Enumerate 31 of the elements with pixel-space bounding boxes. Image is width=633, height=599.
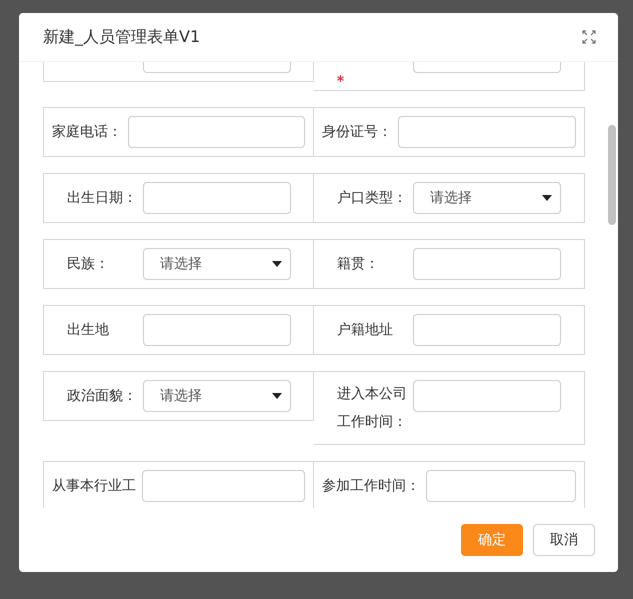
input-field[interactable] bbox=[413, 314, 561, 346]
fullscreen-icon[interactable] bbox=[582, 30, 596, 44]
field-label: 政治面貌： bbox=[67, 388, 137, 404]
dropdown-field[interactable]: 请选择 bbox=[143, 380, 291, 412]
input-field[interactable] bbox=[413, 380, 561, 412]
caret-icon bbox=[272, 261, 282, 267]
field-label: 参加工作时间： bbox=[322, 478, 420, 494]
input-field[interactable] bbox=[398, 116, 576, 148]
input-field[interactable] bbox=[143, 314, 291, 346]
dropdown-field[interactable]: 请选择 bbox=[143, 248, 291, 280]
field-label: 身份证号： bbox=[322, 124, 392, 140]
field-label: 籍贯： bbox=[337, 256, 379, 272]
field-label: 出生地 bbox=[67, 322, 109, 338]
field-label: 户籍地址 bbox=[337, 322, 393, 338]
dropdown-field[interactable]: 请选择 bbox=[413, 182, 561, 214]
cancel-button[interactable]: 取消 bbox=[533, 524, 595, 556]
field-label: 民族： bbox=[67, 256, 109, 272]
scrollbar-thumb[interactable] bbox=[608, 125, 616, 225]
input-field[interactable] bbox=[142, 470, 305, 502]
input-field[interactable] bbox=[413, 248, 561, 280]
field-label: 从事本行业工 bbox=[52, 478, 136, 494]
input-field[interactable] bbox=[143, 182, 291, 214]
field-label: 出生日期： bbox=[67, 190, 137, 206]
caret-icon bbox=[542, 195, 552, 201]
dialog-title: 新建_人员管理表单V1 bbox=[43, 26, 200, 48]
input-field[interactable] bbox=[426, 470, 576, 502]
input-field[interactable] bbox=[128, 116, 305, 148]
caret-icon bbox=[272, 393, 282, 399]
field-label: 进入本公司工作时间： bbox=[337, 386, 407, 430]
field-label: 户口类型： bbox=[337, 190, 407, 206]
field-label: 家庭电话： bbox=[52, 124, 122, 140]
